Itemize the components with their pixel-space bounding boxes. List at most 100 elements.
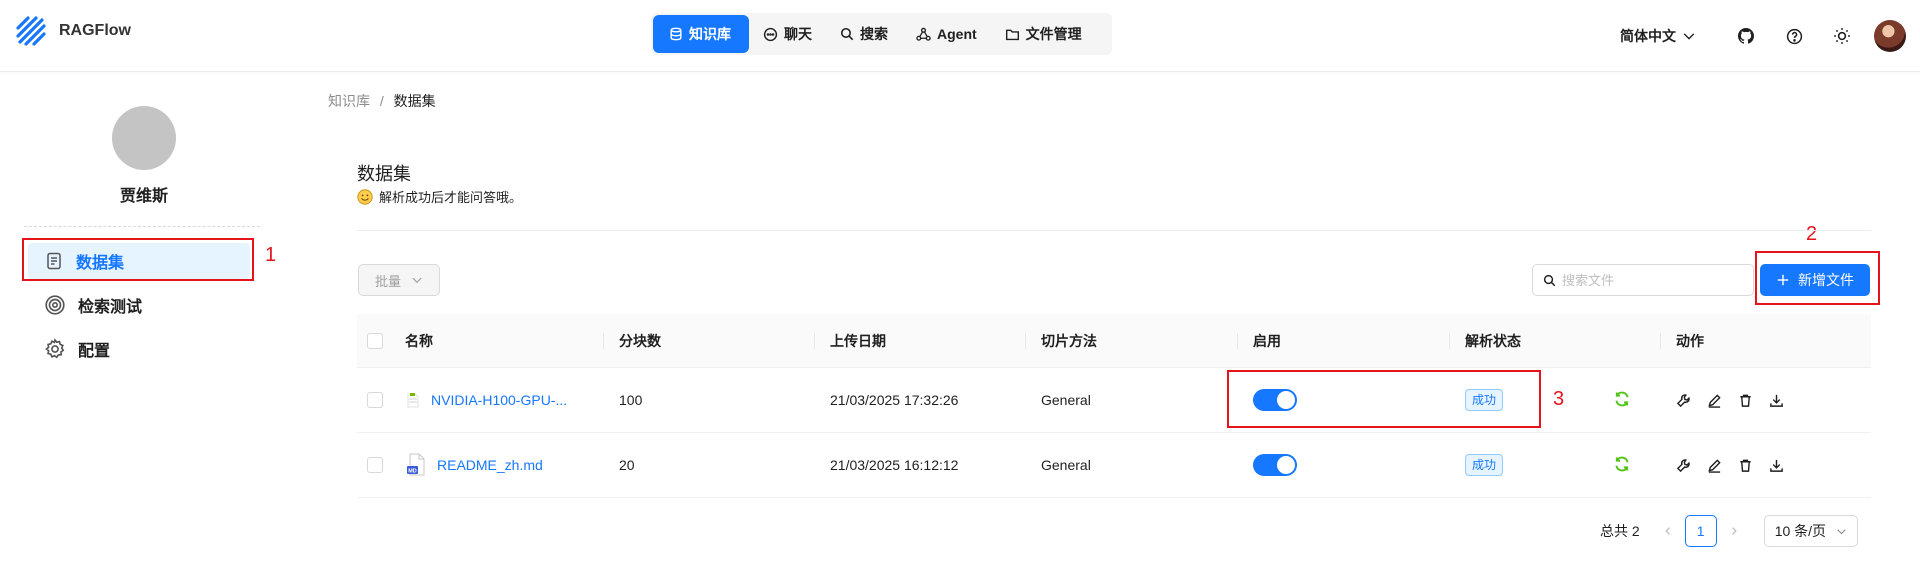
search-icon [1543,274,1556,286]
github-icon[interactable] [1730,20,1762,52]
pagination: 总共 2 1 10 条/页 [1600,515,1858,547]
ragflow-logo-icon[interactable] [14,14,50,50]
database-icon [670,27,682,41]
breadcrumb-current: 数据集 [393,93,436,109]
table-header: 名称 分块数 上传日期 切片方法 启用 解析状态 动作 [357,314,1871,368]
refresh-icon[interactable] [1613,390,1631,408]
help-icon[interactable] [1778,20,1810,52]
wrench-icon[interactable] [1676,458,1691,473]
add-file-label: 新增文件 [1798,272,1854,288]
nav-label: 聊天 [784,26,812,42]
subtitle-text: 解析成功后才能问答哦。 [379,190,523,205]
main-nav: 知识库 聊天 搜索 Agent 文件管理 [651,13,1112,55]
refresh-icon[interactable] [1613,455,1631,473]
search-input[interactable] [1562,272,1742,288]
top-header: RAGFlow 知识库 聊天 搜索 Agent 文件管理 简体中文 [0,0,1920,72]
sidebar-item-label: 检索测试 [78,299,143,316]
plus-icon [1777,274,1789,286]
status-badge[interactable]: 成功 [1465,454,1504,476]
user-avatar[interactable] [1874,20,1906,52]
enable-toggle[interactable] [1253,454,1297,476]
sidebar-item-config[interactable]: 配置 [28,331,250,367]
chevron-down-icon [412,277,422,284]
agent-icon [916,27,931,41]
select-all-checkbox[interactable] [367,332,383,349]
batch-dropdown[interactable]: 批量 [358,264,440,296]
file-name-link[interactable]: NVIDIA-H100-GPU-... [431,392,567,408]
edit-icon[interactable] [1707,458,1722,473]
nav-knowledge-base[interactable]: 知识库 [653,15,749,53]
file-search[interactable] [1532,264,1754,296]
target-icon [45,295,65,315]
sidebar: 贾维斯 数据集 检索测试 配置 [0,73,282,584]
nav-file-management[interactable]: 文件管理 [991,15,1096,53]
language-selector[interactable]: 简体中文 [1620,26,1696,46]
batch-label: 批量 [374,273,401,289]
file-name-link[interactable]: README_zh.md [437,457,543,473]
chevron-down-icon [1837,528,1846,534]
wrench-icon[interactable] [1676,393,1691,408]
nav-search[interactable]: 搜索 [826,15,902,53]
delete-icon[interactable] [1738,458,1753,473]
chevron-right-icon[interactable] [1718,515,1750,547]
delete-icon[interactable] [1738,393,1753,408]
column-header-upload-date[interactable]: 上传日期 [830,331,886,351]
breadcrumb-separator: / [379,93,384,109]
chunk-count: 100 [619,392,643,408]
user-name: 贾维斯 [119,188,168,205]
status-badge[interactable]: 成功 [1465,389,1504,411]
svg-text:MD: MD [408,469,417,475]
enable-toggle[interactable] [1253,389,1297,411]
table-row: MD README_zh.md 20 21/03/2025 16:12:12 G… [357,433,1871,498]
column-header-chunks[interactable]: 分块数 [619,331,661,351]
download-icon[interactable] [1769,458,1784,473]
header-actions: 简体中文 [1620,18,1906,54]
column-header-enabled[interactable]: 启用 [1253,331,1281,351]
annotation-number-1: 1 [265,244,277,266]
page-title: 数据集 [357,164,411,184]
download-icon[interactable] [1769,393,1784,408]
chunk-count: 20 [619,457,635,473]
md-file-icon: MD [407,453,425,476]
nav-label: Agent [937,26,977,42]
edit-icon[interactable] [1707,393,1722,408]
pdf-file-icon [407,393,419,408]
column-header-parse-method[interactable]: 切片方法 [1041,331,1097,351]
smile-icon [357,188,373,205]
divider [357,230,1871,231]
nav-chat[interactable]: 聊天 [749,15,826,53]
brand-name: RAGFlow [59,22,131,39]
page-size-select[interactable]: 10 条/页 [1763,515,1858,547]
column-header-actions: 动作 [1676,332,1704,349]
upload-date: 21/03/2025 17:32:26 [830,392,959,408]
page-subtitle: 解析成功后才能问答哦。 [357,187,522,206]
search-icon [840,27,854,41]
settings-icon [45,338,65,359]
sidebar-item-label: 配置 [78,343,111,360]
upload-date: 21/03/2025 16:12:12 [830,457,959,473]
language-label: 简体中文 [1620,28,1676,44]
folder-icon [1005,29,1019,40]
nav-agent[interactable]: Agent [902,15,991,53]
annotation-box-1 [22,238,254,281]
column-header-name[interactable]: 名称 [405,331,433,351]
nav-label: 搜索 [860,26,888,42]
sidebar-item-retrieval-test[interactable]: 检索测试 [28,287,250,323]
parse-method[interactable]: General [1041,392,1091,408]
parse-method[interactable]: General [1041,457,1091,473]
page-number-1[interactable]: 1 [1684,515,1717,547]
chevron-left-icon[interactable] [1652,515,1684,547]
row-checkbox[interactable] [367,457,383,473]
add-file-button[interactable]: 新增文件 [1760,264,1870,296]
chevron-down-icon [1683,33,1695,40]
file-table: 名称 分块数 上传日期 切片方法 启用 解析状态 动作 NVIDIA-H100-… [357,314,1871,498]
avatar [112,106,176,170]
breadcrumb-root[interactable]: 知识库 [328,93,370,109]
divider [24,226,260,227]
page-size-label: 10 条/页 [1774,523,1827,539]
row-checkbox[interactable] [367,392,383,408]
column-header-parse-status[interactable]: 解析状态 [1465,331,1521,351]
theme-sun-icon[interactable] [1826,20,1858,52]
table-row: NVIDIA-H100-GPU-... 100 21/03/2025 17:32… [357,368,1871,433]
breadcrumb: 知识库 / 数据集 [328,91,436,111]
